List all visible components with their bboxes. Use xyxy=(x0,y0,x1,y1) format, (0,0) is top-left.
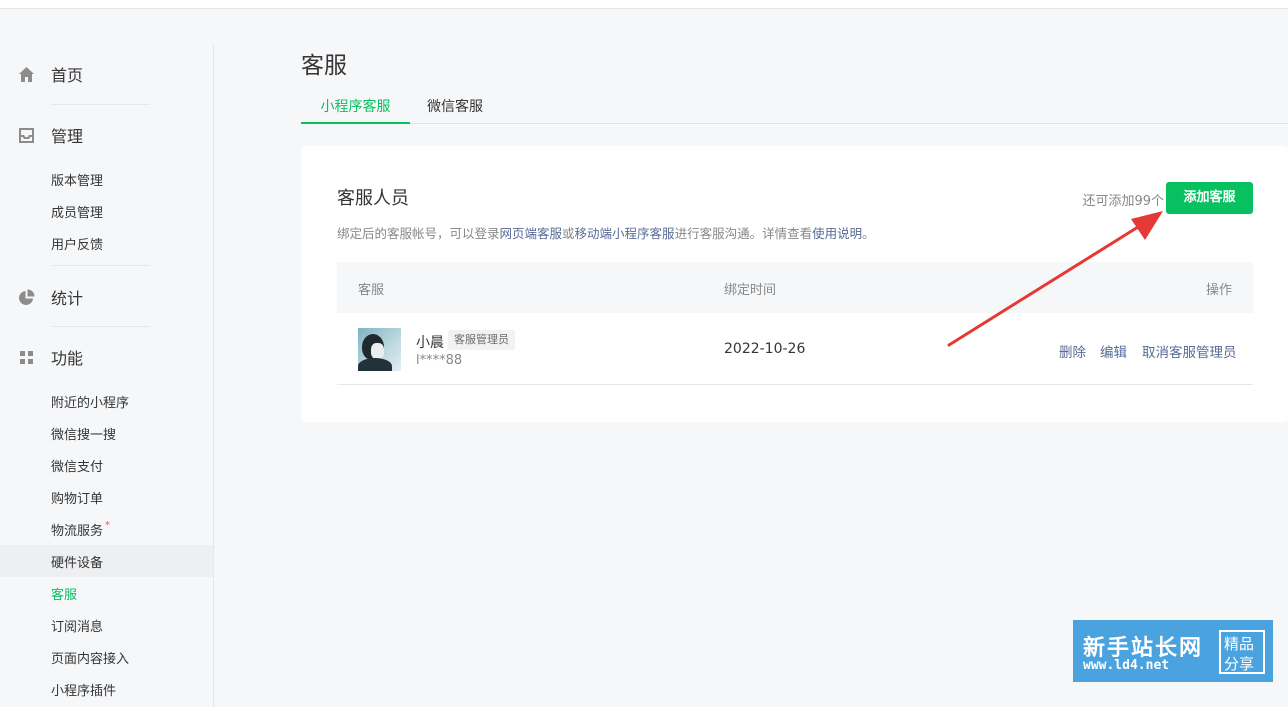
sidebar-item-nearby-miniprogram[interactable]: 附近的小程序 xyxy=(0,385,213,417)
sidebar-item-label: 页面内容接入 xyxy=(51,651,130,667)
grid-icon xyxy=(20,351,33,364)
page-title: 客服 xyxy=(301,53,347,79)
sidebar-group-label: 功能 xyxy=(51,349,84,368)
desc-text: 。 xyxy=(862,226,875,241)
sidebar-item-wechat-pay[interactable]: 微信支付 xyxy=(0,449,213,481)
sidebar-item-label: 版本管理 xyxy=(51,173,104,189)
staff-account: l****88 xyxy=(416,353,463,368)
sidebar-item-hardware[interactable]: 硬件设备 xyxy=(0,545,213,577)
sidebar-item-manage[interactable]: 管理 xyxy=(0,120,213,150)
sidebar-item-label: 订阅消息 xyxy=(51,619,104,635)
table-header: 客服 绑定时间 操作 xyxy=(337,262,1253,313)
inbox-icon xyxy=(19,128,34,143)
tab-wechat-service[interactable]: 微信客服 xyxy=(410,92,500,124)
service-staff-card: 客服人员 还可添加99个 添加客服 绑定后的客服帐号，可以登录网页端客服或移动端… xyxy=(301,146,1288,422)
sidebar-item-stats[interactable]: 统计 xyxy=(0,282,213,312)
sidebar-item-shopping-orders[interactable]: 购物订单 xyxy=(0,481,213,513)
sidebar-item-label: 物流服务 xyxy=(51,523,104,539)
home-icon xyxy=(19,67,34,82)
sidebar-item-label: 成员管理 xyxy=(51,205,104,221)
sidebar-group-label: 首页 xyxy=(51,66,84,85)
tab-bar: 小程序客服 微信客服 xyxy=(301,92,1288,124)
tab-miniprogram-service[interactable]: 小程序客服 xyxy=(301,92,410,124)
edit-link[interactable]: 编辑 xyxy=(1100,341,1127,361)
watermark-logo: 新手站长网 www.ld4.net 精品 分享 xyxy=(1073,620,1273,682)
quota-text: 还可添加99个 xyxy=(1082,194,1164,209)
sidebar-item-plugins[interactable]: 小程序插件 xyxy=(0,673,213,705)
sidebar: 首页 管理 版本管理 成员管理 用户反馈 统计 功能 附近的小程序 微信搜一搜 … xyxy=(0,44,214,707)
table-row: 小晨 客服管理员 l****88 2022-10-26 删除 编辑 取消客服管理… xyxy=(337,313,1253,385)
desc-text: 绑定后的客服帐号，可以登录 xyxy=(337,226,500,241)
watermark-badge-top: 精品 xyxy=(1224,635,1255,653)
sidebar-item-label: 微信搜一搜 xyxy=(51,427,117,443)
sidebar-item-label: 附近的小程序 xyxy=(51,395,130,411)
sidebar-item-members[interactable]: 成员管理 xyxy=(0,195,213,227)
top-bar xyxy=(0,0,1288,9)
sidebar-item-label: 客服 xyxy=(51,587,78,603)
mobile-service-link[interactable]: 移动端小程序客服 xyxy=(575,226,675,241)
sidebar-item-wechat-search[interactable]: 微信搜一搜 xyxy=(0,417,213,449)
usage-guide-link[interactable]: 使用说明 xyxy=(812,226,862,241)
delete-link[interactable]: 删除 xyxy=(1059,341,1086,361)
column-header-actions: 操作 xyxy=(1205,283,1232,298)
desc-text: 或 xyxy=(562,226,575,241)
sidebar-item-customer-service[interactable]: 客服 xyxy=(0,577,213,609)
pie-chart-icon xyxy=(19,289,35,305)
card-title: 客服人员 xyxy=(337,188,409,209)
sidebar-item-logistics[interactable]: 物流服务 * xyxy=(0,513,213,545)
sidebar-item-subscribe-message[interactable]: 订阅消息 xyxy=(0,609,213,641)
card-description: 绑定后的客服帐号，可以登录网页端客服或移动端小程序客服进行客服沟通。详情查看使用… xyxy=(337,223,875,242)
new-indicator: * xyxy=(105,520,110,531)
sidebar-item-home[interactable]: 首页 xyxy=(0,59,213,89)
watermark-url: www.ld4.net xyxy=(1083,658,1170,673)
sidebar-item-version[interactable]: 版本管理 xyxy=(0,163,213,195)
sidebar-item-page-content[interactable]: 页面内容接入 xyxy=(0,641,213,673)
sidebar-item-feedback[interactable]: 用户反馈 xyxy=(0,227,213,259)
sidebar-divider xyxy=(51,265,150,266)
role-badge: 客服管理员 xyxy=(448,330,515,350)
sidebar-group-label: 统计 xyxy=(51,289,84,308)
add-service-button[interactable]: 添加客服 xyxy=(1166,182,1253,214)
watermark-badge-bottom: 分享 xyxy=(1224,655,1255,673)
staff-name: 小晨 xyxy=(416,335,444,351)
bind-time: 2022-10-26 xyxy=(724,341,806,357)
cancel-admin-link[interactable]: 取消客服管理员 xyxy=(1142,341,1237,361)
column-header-bind-time: 绑定时间 xyxy=(724,283,777,298)
desc-text: 进行客服沟通。详情查看 xyxy=(674,226,813,241)
sidebar-group-label: 管理 xyxy=(51,127,84,146)
sidebar-item-label: 微信支付 xyxy=(51,459,104,475)
web-service-link[interactable]: 网页端客服 xyxy=(500,226,563,241)
sidebar-divider xyxy=(51,104,150,105)
sidebar-item-label: 用户反馈 xyxy=(51,237,104,253)
sidebar-divider xyxy=(51,326,150,327)
column-header-service: 客服 xyxy=(358,283,385,298)
sidebar-item-label: 硬件设备 xyxy=(51,555,104,571)
sidebar-item-label: 小程序插件 xyxy=(51,683,117,699)
sidebar-item-features[interactable]: 功能 xyxy=(0,342,213,372)
sidebar-item-label: 购物订单 xyxy=(51,491,104,507)
watermark-badge: 精品 分享 xyxy=(1219,630,1265,674)
avatar xyxy=(358,328,401,371)
